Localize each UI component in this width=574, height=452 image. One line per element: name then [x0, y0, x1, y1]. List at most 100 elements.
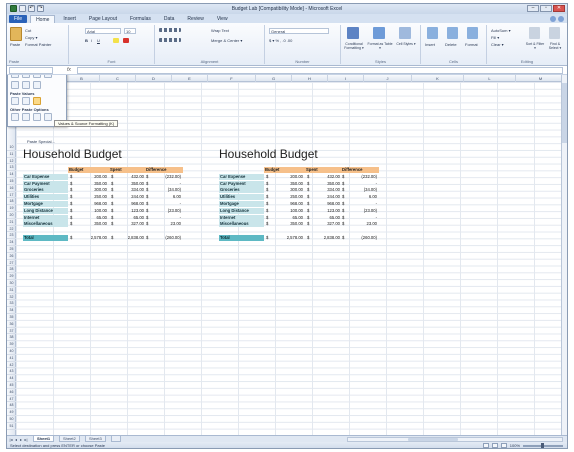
column-header-h[interactable]: H	[292, 75, 328, 82]
row-header[interactable]: 42	[7, 362, 16, 369]
transpose-icon[interactable]	[33, 81, 41, 89]
column-header-g[interactable]: G	[256, 75, 292, 82]
row-header[interactable]: 45	[7, 382, 16, 389]
paste-formulas-number-format-icon[interactable]	[33, 75, 41, 78]
row-header[interactable]: 49	[7, 409, 16, 416]
format-as-table-button[interactable]: Format as Table ▾	[367, 42, 393, 50]
row-header[interactable]: 10	[7, 144, 16, 151]
fx-label[interactable]: fx	[67, 67, 71, 73]
conditional-formatting-icon[interactable]	[347, 27, 359, 39]
paste-option-icon[interactable]	[11, 75, 19, 78]
row-header[interactable]: 37	[7, 328, 16, 335]
row-header[interactable]: 18	[7, 198, 16, 206]
keep-source-formatting-icon[interactable]	[44, 75, 52, 78]
formula-input[interactable]	[77, 67, 563, 74]
delete-cells-icon[interactable]	[447, 27, 458, 39]
column-header-k[interactable]: K	[412, 75, 464, 82]
align-top-icons[interactable]	[159, 28, 181, 32]
row-header[interactable]: 20	[7, 212, 16, 219]
row-header[interactable]: 19	[7, 205, 16, 212]
column-header-f[interactable]: F	[208, 75, 256, 82]
paste-special-item[interactable]: Paste Special...	[27, 139, 55, 144]
row-header[interactable]: 36	[7, 321, 16, 328]
tab-home[interactable]: Home	[30, 14, 56, 23]
keep-column-widths-icon[interactable]	[22, 81, 30, 89]
row-header[interactable]: 34	[7, 307, 16, 314]
zoom-level[interactable]: 100%	[510, 443, 520, 448]
tab-formulas[interactable]: Formulas	[125, 15, 156, 23]
row-header[interactable]: 22	[7, 226, 16, 233]
column-header-c[interactable]: C	[100, 75, 136, 82]
row-header[interactable]: 28	[7, 266, 16, 274]
paste-link-icon[interactable]	[22, 113, 30, 121]
row-header[interactable]: 29	[7, 273, 16, 280]
conditional-formatting-button[interactable]: Conditional Formatting ▾	[341, 42, 367, 50]
bold-button[interactable]: B	[85, 38, 88, 43]
format-cells-icon[interactable]	[467, 27, 478, 39]
tab-file[interactable]: File	[9, 14, 28, 23]
linked-picture-icon[interactable]	[44, 113, 52, 121]
name-box[interactable]	[9, 67, 53, 74]
vertical-scrollbar[interactable]	[561, 75, 567, 435]
row-header[interactable]: 44	[7, 375, 16, 382]
insert-cells-icon[interactable]	[427, 27, 438, 39]
align-center-icons[interactable]	[159, 38, 181, 42]
row-header[interactable]: 41	[7, 355, 16, 362]
font-size-select[interactable]: 10	[124, 28, 136, 34]
merge-center-button[interactable]: Merge & Center ▾	[211, 38, 242, 43]
row-header[interactable]: 46	[7, 389, 16, 396]
row-header[interactable]: 51	[7, 423, 16, 430]
column-header-e[interactable]: E	[172, 75, 208, 82]
row-header[interactable]: 11	[7, 151, 16, 158]
sort-filter-icon[interactable]	[529, 27, 540, 39]
row-header[interactable]: 50	[7, 416, 16, 423]
format-painter-button[interactable]: Format Painter	[25, 42, 51, 47]
close-button[interactable]: ✕	[553, 5, 565, 12]
values-number-format-icon[interactable]	[22, 97, 30, 105]
autosum-button[interactable]: AutoSum ▾	[491, 28, 511, 33]
format-button[interactable]: Format	[465, 42, 478, 47]
column-header-i[interactable]: I	[328, 75, 364, 82]
no-borders-icon[interactable]	[11, 81, 19, 89]
italic-button[interactable]: I	[91, 38, 92, 43]
cell-area[interactable]	[16, 82, 567, 435]
help-icon[interactable]	[550, 15, 556, 22]
column-header-m[interactable]: M	[516, 75, 566, 82]
row-header[interactable]: 47	[7, 396, 16, 403]
row-header[interactable]: 40	[7, 348, 16, 355]
row-header[interactable]: 27	[7, 260, 16, 267]
insert-button[interactable]: Insert	[425, 42, 435, 47]
worksheet-grid[interactable]: ABCDEFGHIJKLMN 1011121314151617181920212…	[7, 75, 567, 435]
values-source-formatting-icon[interactable]	[33, 97, 41, 105]
cut-button[interactable]: Cut	[25, 28, 31, 33]
column-header-j[interactable]: J	[364, 75, 412, 82]
horizontal-scroll-thumb[interactable]	[408, 438, 458, 441]
row-header[interactable]: 26	[7, 253, 16, 260]
cell-styles-icon[interactable]	[399, 27, 411, 39]
row-header[interactable]: 23	[7, 232, 16, 240]
formatting-icon[interactable]	[11, 113, 19, 121]
find-select-button[interactable]: Find & Select ▾	[545, 42, 565, 50]
column-header-l[interactable]: L	[464, 75, 516, 82]
paste-icon[interactable]	[10, 27, 22, 41]
tab-view[interactable]: View	[212, 15, 233, 23]
row-header[interactable]: 35	[7, 314, 16, 321]
page-layout-view-icon[interactable]	[491, 443, 498, 448]
page-break-view-icon[interactable]	[500, 443, 507, 448]
row-header[interactable]: 16	[7, 185, 16, 192]
paste-button[interactable]: Paste	[10, 42, 20, 47]
clear-button[interactable]: Clear ▾	[491, 42, 504, 47]
row-header[interactable]: 25	[7, 246, 16, 253]
paste-formulas-icon[interactable]	[22, 75, 30, 78]
row-header[interactable]: 48	[7, 402, 16, 410]
wrap-text-button[interactable]: Wrap Text	[211, 28, 229, 33]
column-header-d[interactable]: D	[136, 75, 172, 82]
row-header[interactable]: 14	[7, 171, 16, 178]
maximize-button[interactable]: ▫	[540, 5, 552, 12]
row-header[interactable]: 38	[7, 334, 16, 342]
underline-button[interactable]: U	[97, 38, 100, 43]
row-header[interactable]: 39	[7, 341, 16, 348]
font-name-select[interactable]: Arial	[85, 28, 121, 34]
row-header[interactable]: 17	[7, 192, 16, 199]
column-header-b[interactable]: B	[64, 75, 100, 82]
